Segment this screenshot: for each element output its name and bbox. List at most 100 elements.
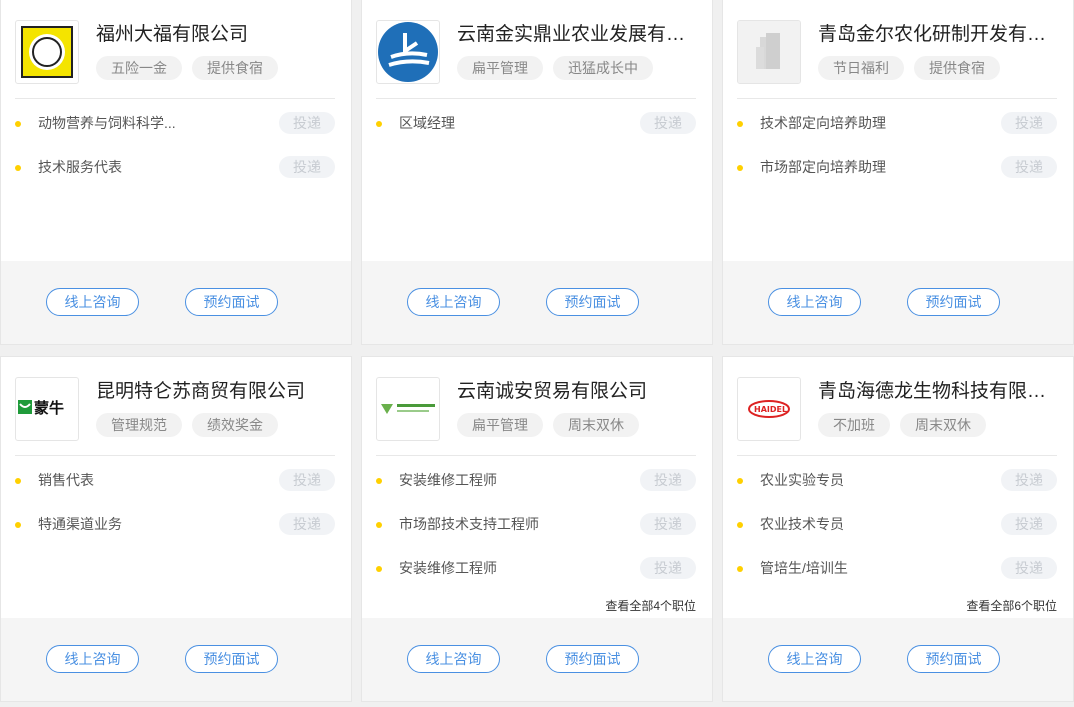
job-title[interactable]: 区域经理	[399, 112, 549, 134]
reserve-interview-button[interactable]: 预约面试	[546, 645, 639, 673]
welfare-tags: 管理规范 绩效奖金	[96, 413, 278, 437]
view-all-jobs-link[interactable]: 查看全部4个职位	[605, 597, 696, 614]
job-list: 农业实验专员 投递 农业技术专员 投递 管培生/培训生 投递	[737, 469, 1057, 601]
card-footer: 线上咨询 预约面试	[1, 618, 351, 701]
job-item: 动物营养与饲料科学... 投递	[15, 112, 335, 156]
reserve-interview-button[interactable]: 预约面试	[907, 645, 1000, 673]
divider	[737, 98, 1057, 99]
bullet-dot-icon	[737, 478, 743, 484]
job-item: 农业技术专员 投递	[737, 513, 1057, 557]
card-footer: 线上咨询 预约面试	[723, 261, 1073, 344]
company-logo[interactable]	[376, 377, 440, 441]
job-item: 市场部技术支持工程师 投递	[376, 513, 696, 557]
job-item: 安装维修工程师 投递	[376, 557, 696, 601]
company-name[interactable]: 昆明特仑苏商贸有限公司	[96, 379, 336, 405]
job-title[interactable]: 管培生/培训生	[760, 557, 910, 579]
reserve-interview-button[interactable]: 预约面试	[546, 288, 639, 316]
online-consult-button[interactable]: 线上咨询	[46, 288, 139, 316]
job-list: 区域经理 投递	[376, 112, 696, 156]
welfare-tags: 节日福利 提供食宿	[818, 56, 1000, 80]
reserve-interview-button[interactable]: 预约面试	[185, 645, 278, 673]
bullet-dot-icon	[15, 522, 21, 528]
job-title[interactable]: 动物营养与饲料科学...	[38, 112, 188, 134]
divider	[737, 455, 1057, 456]
apply-button[interactable]: 投递	[1001, 469, 1057, 491]
welfare-tag: 周末双休	[900, 413, 986, 437]
card-footer: 线上咨询 预约面试	[723, 618, 1073, 701]
company-header: 蒙牛 昆明特仑苏商贸有限公司 管理规范 绩效奖金	[15, 377, 335, 457]
company-name[interactable]: 福州大福有限公司	[96, 22, 336, 48]
welfare-tags: 五险一金 提供食宿	[96, 56, 278, 80]
apply-button[interactable]: 投递	[640, 513, 696, 535]
reserve-interview-button[interactable]: 预约面试	[185, 288, 278, 316]
card-footer: 线上咨询 预约面试	[1, 261, 351, 344]
apply-button[interactable]: 投递	[279, 513, 335, 535]
job-title[interactable]: 市场部技术支持工程师	[399, 513, 549, 535]
job-item: 管培生/培训生 投递	[737, 557, 1057, 601]
company-name[interactable]: 云南诚安贸易有限公司	[457, 379, 697, 405]
bullet-dot-icon	[15, 121, 21, 127]
bullet-dot-icon	[376, 121, 382, 127]
svg-text:蒙牛: 蒙牛	[34, 399, 64, 417]
apply-button[interactable]: 投递	[640, 469, 696, 491]
job-item: 特通渠道业务 投递	[15, 513, 335, 557]
company-header: 云南诚安贸易有限公司 扁平管理 周末双休	[376, 377, 696, 457]
online-consult-button[interactable]: 线上咨询	[407, 288, 500, 316]
job-title[interactable]: 安装维修工程师	[399, 469, 549, 491]
company-card-grid: 福州大福有限公司 五险一金 提供食宿 动物营养与饲料科学... 投递 技术服务代表 投递 线上…	[0, 0, 1074, 707]
welfare-tag: 提供食宿	[914, 56, 1000, 80]
job-item: 农业实验专员 投递	[737, 469, 1057, 513]
company-logo[interactable]: HAIDEL	[737, 377, 801, 441]
job-list: 动物营养与饲料科学... 投递 技术服务代表 投递	[15, 112, 335, 200]
card-footer: 线上咨询 预约面试	[362, 618, 712, 701]
job-title[interactable]: 技术部定向培养助理	[760, 112, 910, 134]
company-name[interactable]: 青岛金尔农化研制开发有限...	[818, 22, 1058, 48]
job-title[interactable]: 销售代表	[38, 469, 188, 491]
online-consult-button[interactable]: 线上咨询	[46, 645, 139, 673]
reserve-interview-button[interactable]: 预约面试	[907, 288, 1000, 316]
company-logo[interactable]	[376, 20, 440, 84]
company-name[interactable]: 青岛海德龙生物科技有限公司	[818, 379, 1058, 405]
job-title[interactable]: 市场部定向培养助理	[760, 156, 910, 178]
job-title[interactable]: 特通渠道业务	[38, 513, 188, 535]
apply-button[interactable]: 投递	[279, 469, 335, 491]
company-header: 福州大福有限公司 五险一金 提供食宿	[15, 20, 335, 100]
apply-button[interactable]: 投递	[279, 112, 335, 134]
online-consult-button[interactable]: 线上咨询	[768, 645, 861, 673]
bullet-dot-icon	[376, 478, 382, 484]
welfare-tag: 管理规范	[96, 413, 182, 437]
apply-button[interactable]: 投递	[1001, 112, 1057, 134]
job-item: 技术服务代表 投递	[15, 156, 335, 200]
divider	[376, 98, 696, 99]
bullet-dot-icon	[737, 522, 743, 528]
apply-button[interactable]: 投递	[1001, 557, 1057, 579]
company-header: 青岛金尔农化研制开发有限... 节日福利 提供食宿	[737, 20, 1058, 100]
apply-button[interactable]: 投递	[640, 557, 696, 579]
job-title[interactable]: 农业实验专员	[760, 469, 910, 491]
job-item: 技术部定向培养助理 投递	[737, 112, 1057, 156]
job-title[interactable]: 安装维修工程师	[399, 557, 549, 579]
company-logo[interactable]	[15, 20, 79, 84]
company-card: 福州大福有限公司 五险一金 提供食宿 动物营养与饲料科学... 投递 技术服务代表 投递 线上…	[0, 0, 352, 345]
job-title[interactable]: 技术服务代表	[38, 156, 188, 178]
company-name[interactable]: 云南金实鼎业农业发展有限...	[457, 22, 697, 48]
divider	[376, 455, 696, 456]
view-all-jobs-link[interactable]: 查看全部6个职位	[966, 597, 1057, 614]
company-logo[interactable]	[737, 20, 801, 84]
online-consult-button[interactable]: 线上咨询	[407, 645, 500, 673]
company-logo[interactable]: 蒙牛	[15, 377, 79, 441]
job-title[interactable]: 农业技术专员	[760, 513, 910, 535]
apply-button[interactable]: 投递	[1001, 156, 1057, 178]
bullet-dot-icon	[15, 478, 21, 484]
welfare-tag: 提供食宿	[192, 56, 278, 80]
divider	[15, 455, 335, 456]
card-footer: 线上咨询 预约面试	[362, 261, 712, 344]
company-card: 云南诚安贸易有限公司 扁平管理 周末双休 安装维修工程师 投递 市场部技术支持工程师 投递安…	[361, 356, 713, 702]
online-consult-button[interactable]: 线上咨询	[768, 288, 861, 316]
company-header: 云南金实鼎业农业发展有限... 扁平管理 迅猛成长中	[376, 20, 697, 100]
job-list: 安装维修工程师 投递 市场部技术支持工程师 投递 安装维修工程师 投递	[376, 469, 696, 601]
apply-button[interactable]: 投递	[279, 156, 335, 178]
welfare-tag: 绩效奖金	[192, 413, 278, 437]
apply-button[interactable]: 投递	[640, 112, 696, 134]
apply-button[interactable]: 投递	[1001, 513, 1057, 535]
